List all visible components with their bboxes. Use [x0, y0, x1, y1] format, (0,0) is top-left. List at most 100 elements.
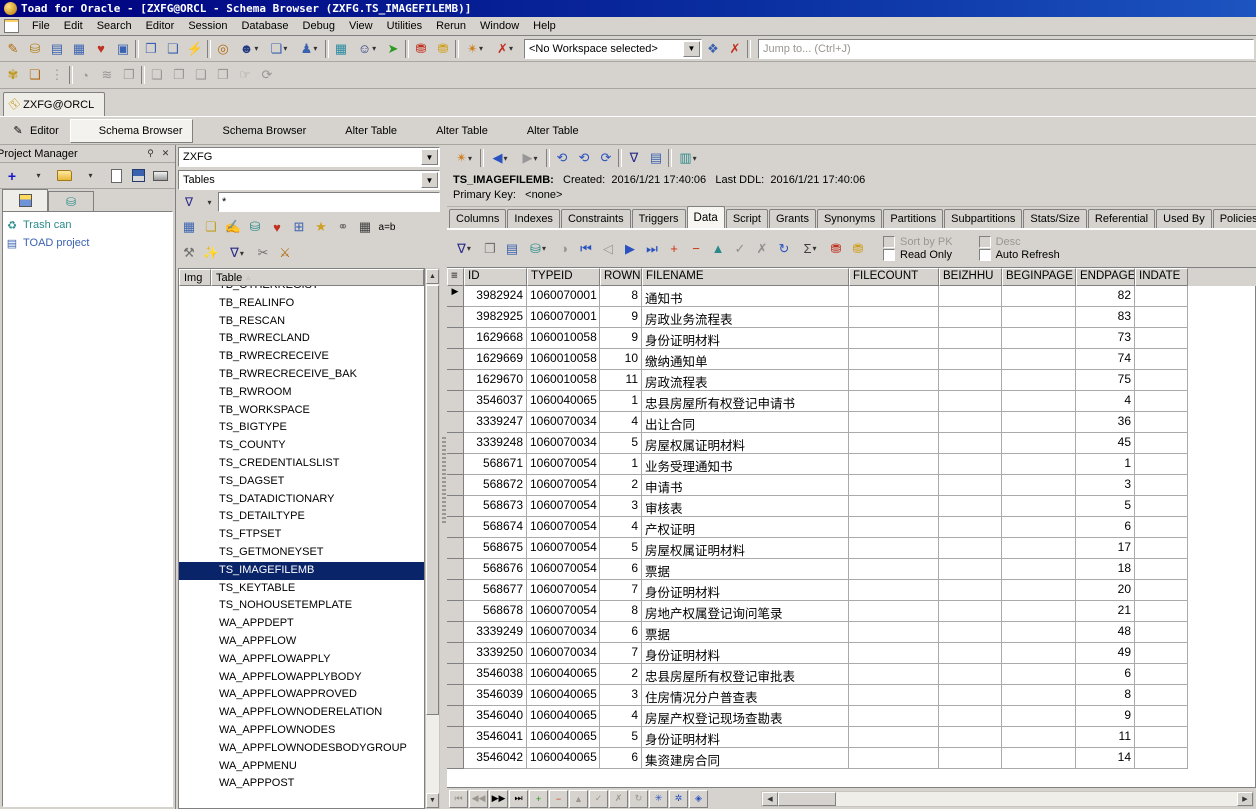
cell-beizhhu[interactable] [939, 538, 1002, 559]
cell-beizhhu[interactable] [939, 454, 1002, 475]
cell-beizhhu[interactable] [939, 496, 1002, 517]
cell-rowno[interactable]: 5 [600, 433, 642, 454]
table-row[interactable]: 3339248 1060070034 5 房屋权属证明材料 45 [447, 433, 1255, 454]
menu-item[interactable]: File [25, 18, 57, 34]
cell-indate[interactable] [1135, 748, 1188, 769]
print-button[interactable] [149, 165, 171, 187]
cell-beginpage[interactable] [1002, 475, 1076, 496]
cell-filename[interactable]: 产权证明 [642, 517, 849, 538]
cell-beizhhu[interactable] [939, 664, 1002, 685]
sql-monitor-icon[interactable]: ♥ [90, 38, 112, 60]
schema-browser-icon[interactable]: ▦ [68, 38, 90, 60]
chevron-down-icon[interactable]: ▼ [683, 41, 700, 57]
detail-tab[interactable]: Grants [769, 209, 816, 228]
cell-id[interactable]: 3982925 [464, 307, 527, 328]
table-row[interactable]: 3546039 1060040065 3 住房情况分户普查表 8 [447, 685, 1255, 706]
first-record-button[interactable]: ⏮ [449, 790, 468, 808]
cell-beizhhu[interactable] [939, 601, 1002, 622]
cell-indate[interactable] [1135, 517, 1188, 538]
table-list-item[interactable]: TB_RWRECRECEIVE_BAK [179, 366, 424, 384]
row-selector-cell[interactable] [447, 286, 464, 307]
cell-typeid[interactable]: 1060070054 [527, 559, 600, 580]
row-selector-cell[interactable] [447, 643, 464, 664]
save-doc-icon[interactable]: ❐ [168, 64, 190, 86]
cell-beizhhu[interactable] [939, 349, 1002, 370]
chevron-down-icon[interactable]: ▼ [421, 172, 438, 188]
cell-filename[interactable]: 票据 [642, 622, 849, 643]
count-rows-icon[interactable]: ⊞ [288, 216, 310, 238]
cell-indate[interactable] [1135, 307, 1188, 328]
detail-tab[interactable]: Used By [1156, 209, 1212, 228]
cell-rowno[interactable]: 3 [600, 685, 642, 706]
cell-beginpage[interactable] [1002, 727, 1076, 748]
cell-typeid[interactable]: 1060040065 [527, 391, 600, 412]
cell-id[interactable]: 3546040 [464, 706, 527, 727]
row-selector-cell[interactable] [447, 517, 464, 538]
row-selector-cell[interactable] [447, 538, 464, 559]
project-view-tab[interactable] [2, 189, 48, 211]
cell-typeid[interactable]: 1060040065 [527, 664, 600, 685]
copy-object-icon[interactable]: ❏ [264, 38, 294, 60]
table-list-item[interactable]: TS_GETMONEYSET [179, 544, 424, 562]
cell-typeid[interactable]: 1060040065 [527, 706, 600, 727]
window-tab[interactable]: Alter Table [317, 119, 406, 143]
delete-record-button[interactable]: − [549, 790, 568, 808]
cell-rowno[interactable]: 2 [600, 475, 642, 496]
cell-beizhhu[interactable] [939, 517, 1002, 538]
table-row[interactable]: 568671 1060070054 1 业务受理通知书 1 [447, 454, 1255, 475]
cell-indate[interactable] [1135, 559, 1188, 580]
cell-typeid[interactable]: 1060070034 [527, 643, 600, 664]
table-list-item[interactable]: WA_APPMENU [179, 758, 424, 776]
user-browser-icon[interactable]: ☻ [234, 38, 264, 60]
cell-filecount[interactable] [849, 727, 939, 748]
cell-filecount[interactable] [849, 580, 939, 601]
cell-id[interactable]: 3339247 [464, 412, 527, 433]
cell-filecount[interactable] [849, 496, 939, 517]
table-list-item[interactable]: TB_RWROOM [179, 384, 424, 402]
cell-indate[interactable] [1135, 622, 1188, 643]
scroll-down-icon[interactable]: ▼ [426, 793, 439, 808]
cell-beizhhu[interactable] [939, 622, 1002, 643]
database-view-tab[interactable]: ⛁ [48, 191, 94, 211]
cell-indate[interactable] [1135, 433, 1188, 454]
sum-icon[interactable]: Σ [795, 238, 825, 260]
cell-filecount[interactable] [849, 664, 939, 685]
cell-beginpage[interactable] [1002, 559, 1076, 580]
row-selector-cell[interactable] [447, 307, 464, 328]
detail-tab[interactable]: Partitions [883, 209, 943, 228]
cell-beginpage[interactable] [1002, 454, 1076, 475]
cell-id[interactable]: 3982924 [464, 286, 527, 307]
cell-beizhhu[interactable] [939, 706, 1002, 727]
table-row[interactable]: 3546042 1060040065 6 集资建房合同 14 [447, 748, 1255, 769]
cell-beginpage[interactable] [1002, 328, 1076, 349]
cell-rowno[interactable]: 6 [600, 748, 642, 769]
cell-filename[interactable]: 通知书 [642, 286, 849, 307]
column-header[interactable]: ID [464, 268, 527, 286]
table-list-item[interactable]: WA_APPFLOWNODESBODYGROUP [179, 740, 424, 758]
single-record-icon[interactable]: ◑ [553, 238, 575, 260]
cell-filecount[interactable] [849, 433, 939, 454]
cell-beginpage[interactable] [1002, 748, 1076, 769]
cell-beginpage[interactable] [1002, 349, 1076, 370]
table-row[interactable]: 3982925 1060070001 9 房政业务流程表 83 [447, 307, 1255, 328]
table-list-item[interactable]: TB_RESCAN [179, 313, 424, 331]
cell-endpage[interactable]: 14 [1076, 748, 1135, 769]
cell-filename[interactable]: 房政业务流程表 [642, 307, 849, 328]
column-header[interactable]: BEIZHHU [939, 268, 1002, 286]
cell-typeid[interactable]: 1060040065 [527, 685, 600, 706]
cell-typeid[interactable]: 1060010058 [527, 349, 600, 370]
table-list-item[interactable]: TB_RWRECRECEIVE [179, 348, 424, 366]
cell-id[interactable]: 568671 [464, 454, 527, 475]
cell-typeid[interactable]: 1060070034 [527, 622, 600, 643]
cancel-icon[interactable]: ✗ [751, 238, 773, 260]
row-selector-header[interactable]: ≡ [447, 268, 464, 286]
table-list-item[interactable]: WA_APPFLOWNODES [179, 722, 424, 740]
cell-indate[interactable] [1135, 538, 1188, 559]
menu-item[interactable]: Session [181, 18, 234, 34]
options-icon[interactable]: ▤ [645, 147, 667, 169]
cell-filecount[interactable] [849, 391, 939, 412]
detail-tab[interactable]: Subpartitions [944, 209, 1022, 228]
cell-beginpage[interactable] [1002, 391, 1076, 412]
menu-item[interactable]: Database [234, 18, 295, 34]
cell-filename[interactable]: 忠县房屋所有权登记申请书 [642, 391, 849, 412]
